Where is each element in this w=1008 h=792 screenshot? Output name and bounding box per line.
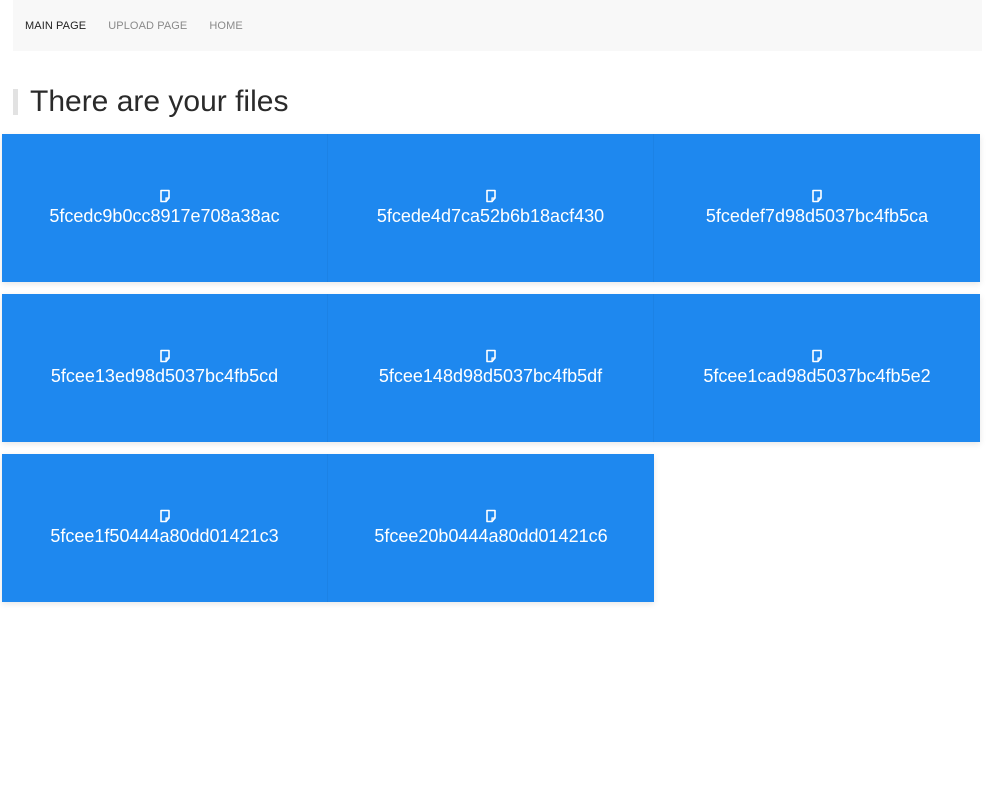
file-name: 5fcedef7d98d5037bc4fb5ca xyxy=(705,206,929,226)
file-tile[interactable]: 5fcedef7d98d5037bc4fb5ca xyxy=(654,134,980,282)
file-tile[interactable]: 5fcede4d7ca52b6b18acf430 xyxy=(328,134,654,282)
file-name: 5fcee20b0444a80dd01421c6 xyxy=(374,526,608,546)
file-name: 5fcee1cad98d5037bc4fb5e2 xyxy=(703,366,931,386)
nav-link-main-page[interactable]: MAIN PAGE xyxy=(25,20,86,32)
file-tile[interactable]: 5fcedc9b0cc8917e708a38ac xyxy=(2,134,328,282)
file-row: 5fcee1f50444a80dd01421c3 5fcee20b0444a80… xyxy=(2,454,654,602)
file-grid: 5fcedc9b0cc8917e708a38ac 5fcede4d7ca52b6… xyxy=(2,134,982,614)
file-tile[interactable]: 5fcee1cad98d5037bc4fb5e2 xyxy=(654,294,980,442)
top-navbar: MAIN PAGE UPLOAD PAGE HOME xyxy=(13,0,982,51)
page-title: There are your files xyxy=(30,85,289,118)
nav-link-upload-page[interactable]: UPLOAD PAGE xyxy=(108,20,187,32)
page-title-block: There are your files xyxy=(13,87,288,117)
file-icon xyxy=(159,189,170,203)
file-icon xyxy=(159,509,170,523)
file-icon xyxy=(812,349,822,363)
file-icon xyxy=(159,349,170,363)
file-icon xyxy=(485,349,496,363)
file-tile[interactable]: 5fcee13ed98d5037bc4fb5cd xyxy=(2,294,328,442)
file-icon xyxy=(812,189,822,203)
title-accent-bar xyxy=(13,89,18,115)
file-tile[interactable]: 5fcee148d98d5037bc4fb5df xyxy=(328,294,654,442)
nav-link-home[interactable]: HOME xyxy=(209,20,242,32)
file-name: 5fcede4d7ca52b6b18acf430 xyxy=(376,206,605,226)
file-name: 5fcee13ed98d5037bc4fb5cd xyxy=(50,366,279,386)
file-name: 5fcedc9b0cc8917e708a38ac xyxy=(49,206,280,226)
file-tile[interactable]: 5fcee1f50444a80dd01421c3 xyxy=(2,454,328,602)
file-icon xyxy=(485,189,496,203)
file-name: 5fcee1f50444a80dd01421c3 xyxy=(50,526,279,546)
file-row: 5fcedc9b0cc8917e708a38ac 5fcede4d7ca52b6… xyxy=(2,134,980,282)
file-row: 5fcee13ed98d5037bc4fb5cd 5fcee148d98d503… xyxy=(2,294,980,442)
file-name: 5fcee148d98d5037bc4fb5df xyxy=(378,366,603,386)
file-icon xyxy=(486,509,496,523)
file-tile[interactable]: 5fcee20b0444a80dd01421c6 xyxy=(328,454,654,602)
